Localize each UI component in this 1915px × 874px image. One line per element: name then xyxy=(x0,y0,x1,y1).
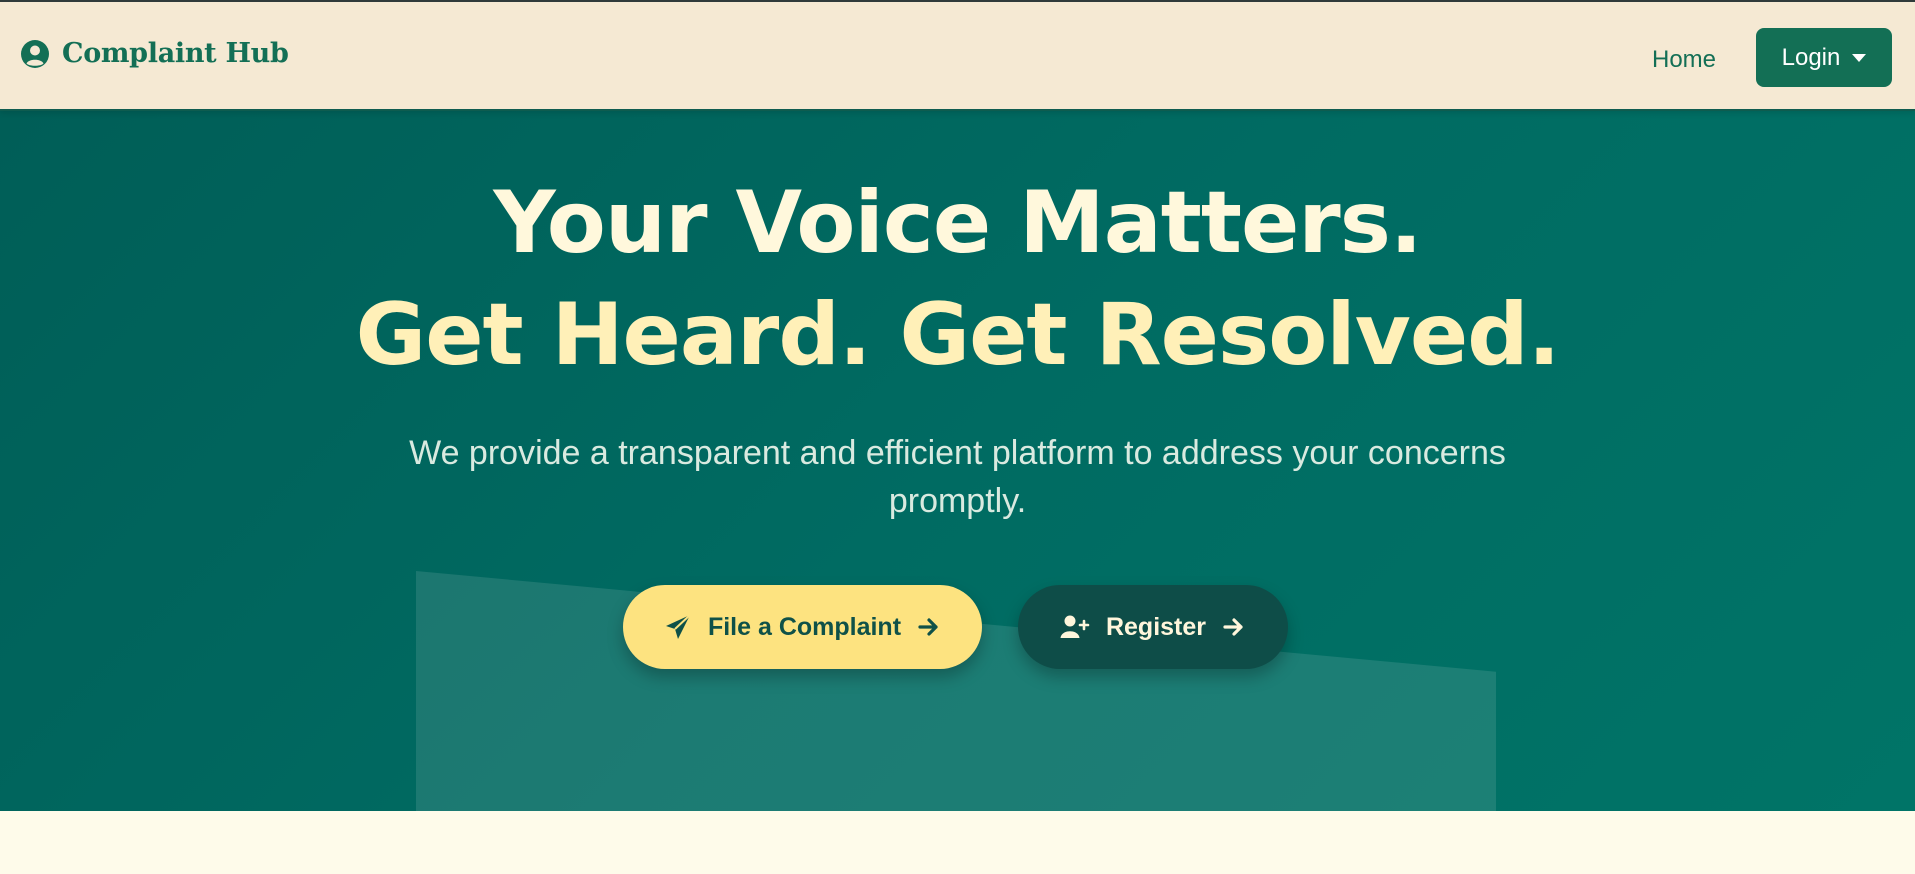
register-button[interactable]: Register xyxy=(1018,585,1288,669)
paper-plane-icon xyxy=(664,613,692,641)
navbar: Complaint Hub Home Login xyxy=(0,0,1915,111)
hero-title-line1: Your Voice Matters. xyxy=(493,173,1422,273)
login-label: Login xyxy=(1781,43,1841,71)
hero-section: Your Voice Matters. Get Heard. Get Resol… xyxy=(0,111,1915,811)
arrow-right-icon xyxy=(917,615,941,639)
arrow-right-icon xyxy=(1222,615,1246,639)
user-circle-icon xyxy=(20,39,50,69)
hero-title: Your Voice Matters. Get Heard. Get Resol… xyxy=(0,167,1915,391)
hero-subtitle: We provide a transparent and efficient p… xyxy=(409,434,1506,520)
caret-down-icon xyxy=(1852,53,1867,62)
login-dropdown-button[interactable]: Login xyxy=(1756,28,1892,87)
register-label: Register xyxy=(1105,612,1207,641)
user-plus-icon xyxy=(1060,614,1090,640)
nav-home-link[interactable]: Home xyxy=(1652,46,1716,74)
file-complaint-label: File a Complaint xyxy=(707,612,902,641)
file-complaint-button[interactable]: File a Complaint xyxy=(623,585,982,669)
brand-link[interactable]: Complaint Hub xyxy=(20,38,289,69)
hero-title-line2: Get Heard. Get Resolved. xyxy=(355,285,1561,385)
brand-name: Complaint Hub xyxy=(62,38,289,69)
